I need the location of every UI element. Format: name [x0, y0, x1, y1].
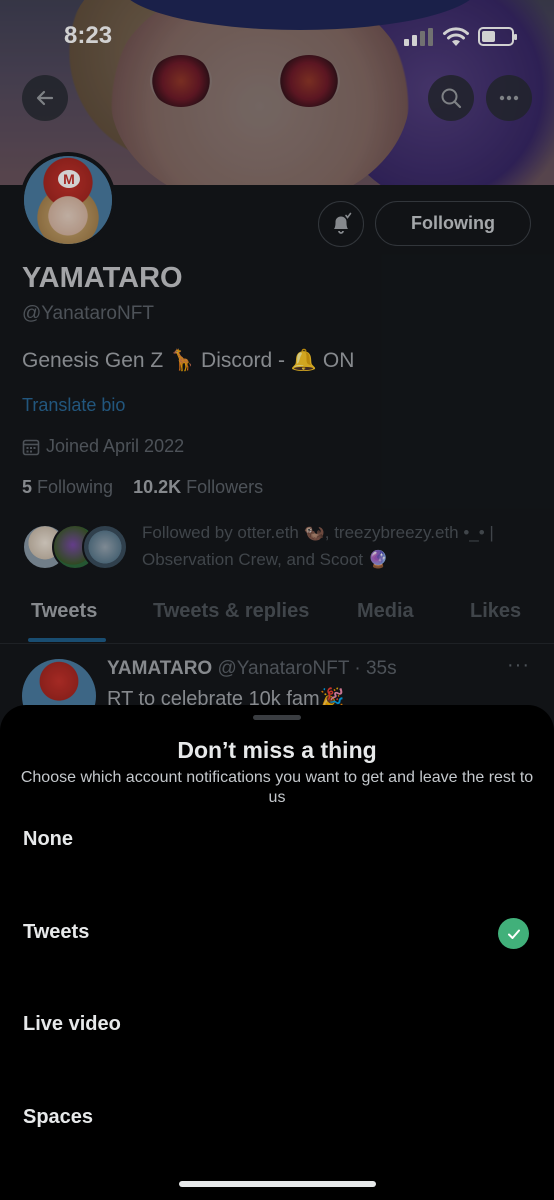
option-label: None — [23, 828, 73, 850]
option-spaces[interactable]: Spaces — [0, 1088, 554, 1148]
option-none[interactable]: None — [0, 810, 554, 870]
option-label: Tweets — [23, 921, 90, 943]
option-live-video[interactable]: Live video — [0, 995, 554, 1055]
sheet-subtitle: Choose which account notifications you w… — [20, 769, 534, 806]
option-tweets[interactable]: Tweets — [0, 903, 554, 963]
option-label: Spaces — [23, 1106, 94, 1128]
home-indicator[interactable] — [179, 1181, 376, 1187]
notification-settings-sheet: Don’t miss a thing Choose which account … — [0, 705, 554, 1200]
option-label: Live video — [23, 1013, 121, 1035]
sheet-grabber[interactable] — [253, 715, 301, 720]
check-icon — [498, 918, 529, 949]
sheet-title: Don’t miss a thing — [177, 737, 377, 763]
